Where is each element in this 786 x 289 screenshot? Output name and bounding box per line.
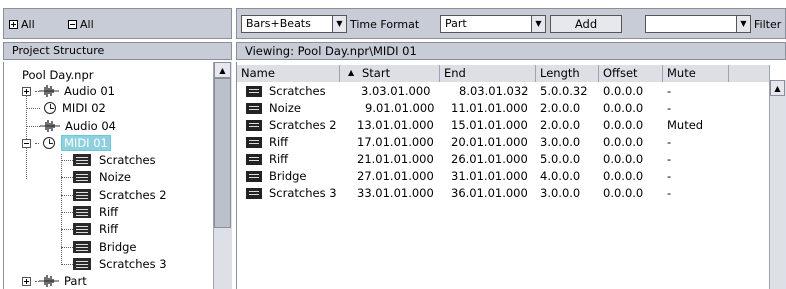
time-format-label: Time Format xyxy=(350,18,420,31)
time-format-select[interactable]: Bars+Beats ▼ xyxy=(241,15,347,33)
table-row[interactable]: Bridge 27.01.01.000 31.01.01.000 4.0.0.0… xyxy=(237,168,770,185)
midi-part-icon xyxy=(73,258,91,270)
tree-part[interactable]: Noize xyxy=(61,169,131,185)
tree-part[interactable]: Scratches 2 xyxy=(61,187,167,203)
tree-part[interactable]: Scratches 3 xyxy=(61,256,167,272)
column-header-mute[interactable]: Mute xyxy=(663,65,729,82)
chevron-down-icon[interactable]: ▼ xyxy=(531,16,545,32)
chevron-down-icon[interactable]: ▼ xyxy=(736,16,750,32)
midi-part-icon xyxy=(246,188,262,199)
audio-track-icon xyxy=(40,120,60,132)
tree-track-midi-01[interactable]: MIDI 01 xyxy=(22,135,111,151)
column-header-empty xyxy=(729,65,770,82)
table-row[interactable]: Scratches 3.03.01.000 8.03.01.032 5.0.0.… xyxy=(237,83,770,100)
midi-part-icon xyxy=(73,223,91,235)
scrollbar-thumb[interactable] xyxy=(214,78,231,228)
midi-part-icon xyxy=(246,171,262,182)
tree-track-part[interactable]: Part xyxy=(22,273,87,289)
tree-part[interactable]: Riff xyxy=(61,204,118,220)
midi-part-icon xyxy=(246,86,262,97)
tree-track-audio-01[interactable]: Audio 01 xyxy=(22,83,115,99)
midi-part-icon xyxy=(246,154,262,165)
midi-part-icon xyxy=(73,206,91,218)
project-tree: Pool Day.npr Audio 01 MIDI 02 Audio 04 M… xyxy=(3,62,232,289)
midi-part-icon xyxy=(246,137,262,148)
expand-icon[interactable] xyxy=(22,86,31,96)
scroll-up-button[interactable]: ▲ xyxy=(770,80,785,96)
table-row[interactable]: Scratches 2 13.01.01.000 15.01.01.000 2.… xyxy=(237,117,770,134)
table-scrollbar[interactable]: ▲ xyxy=(769,80,786,289)
column-header-start[interactable]: ▲ Start xyxy=(340,65,440,82)
expand-icon xyxy=(9,19,18,29)
tree-track-audio-04[interactable]: Audio 04 xyxy=(22,118,116,134)
midi-track-icon xyxy=(44,102,56,114)
sort-ascending-icon: ▲ xyxy=(348,68,355,77)
filter-select[interactable]: ▼ xyxy=(645,15,751,33)
midi-part-icon xyxy=(73,241,91,253)
tree-scrollbar[interactable]: ▲ xyxy=(213,62,232,289)
tree-part[interactable]: Riff xyxy=(61,221,118,237)
viewing-path: Viewing: Pool Day.npr\MIDI 01 xyxy=(236,42,786,60)
midi-part-icon xyxy=(246,103,262,114)
filter-label: Filter xyxy=(754,18,782,31)
audio-track-icon xyxy=(39,85,59,97)
tree-track-midi-02[interactable]: MIDI 02 xyxy=(22,100,106,116)
table-header: Name ▲ Start End Length Offset Mute xyxy=(237,65,770,82)
tree-root[interactable]: Pool Day.npr xyxy=(22,67,94,83)
midi-track-icon xyxy=(43,137,55,149)
table-row[interactable]: Noize 9.01.01.000 11.01.01.000 2.0.0.0 0… xyxy=(237,100,770,117)
column-header-length[interactable]: Length xyxy=(536,65,599,82)
pool-table: Name ▲ Start End Length Offset Mute Scra… xyxy=(236,62,786,289)
audio-track-icon xyxy=(39,275,59,287)
expand-all-button[interactable]: All xyxy=(9,16,35,32)
midi-part-icon xyxy=(73,189,91,201)
scroll-up-button[interactable]: ▲ xyxy=(214,62,231,78)
tree-part[interactable]: Bridge xyxy=(61,239,137,255)
tree-part[interactable]: Scratches xyxy=(61,152,156,168)
collapse-icon[interactable] xyxy=(22,138,31,148)
midi-part-icon xyxy=(73,171,91,183)
pool-toolbar: Bars+Beats ▼ Time Format Part ▼ Add ▼ Fi… xyxy=(236,8,786,39)
midi-part-icon xyxy=(73,154,91,166)
expand-icon[interactable] xyxy=(22,276,31,286)
add-button[interactable]: Add xyxy=(550,15,622,33)
table-row[interactable]: Riff 17.01.01.000 20.01.01.000 3.0.0.0 0… xyxy=(237,134,770,151)
table-row[interactable]: Riff 21.01.01.000 26.01.01.000 5.0.0.0 0… xyxy=(237,151,770,168)
table-row[interactable]: Scratches 3 33.01.01.000 36.01.01.000 3.… xyxy=(237,185,770,202)
midi-part-icon xyxy=(246,120,262,131)
part-select[interactable]: Part ▼ xyxy=(440,15,546,33)
project-structure-header: Project Structure xyxy=(3,42,232,60)
chevron-down-icon[interactable]: ▼ xyxy=(332,16,346,32)
project-toolbar: All All xyxy=(3,8,232,39)
column-header-name[interactable]: Name xyxy=(237,65,340,82)
column-header-end[interactable]: End xyxy=(440,65,536,82)
collapse-all-button[interactable]: All xyxy=(68,16,94,32)
collapse-icon xyxy=(68,19,77,29)
column-header-offset[interactable]: Offset xyxy=(599,65,663,82)
